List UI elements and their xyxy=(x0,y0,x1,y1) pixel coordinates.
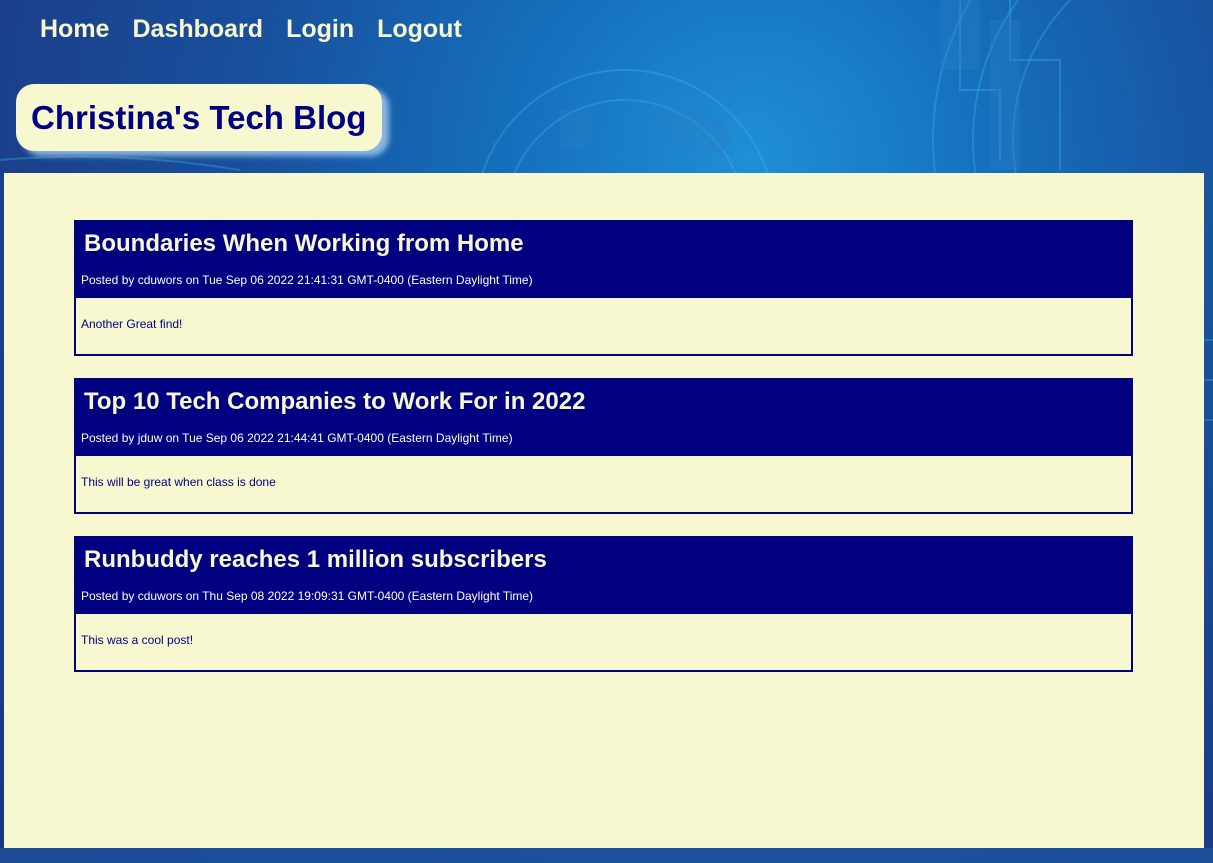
post-card[interactable]: Runbuddy reaches 1 million subscribers P… xyxy=(74,536,1133,672)
post-title[interactable]: Runbuddy reaches 1 million subscribers xyxy=(84,546,547,574)
post-header: Boundaries When Working from Home Posted… xyxy=(76,222,1131,298)
main-content: Boundaries When Working from Home Posted… xyxy=(4,173,1204,848)
post-card[interactable]: Top 10 Tech Companies to Work For in 202… xyxy=(74,378,1133,514)
site-title-box: Christina's Tech Blog xyxy=(16,84,383,151)
post-meta: Posted by cduwors on Thu Sep 08 2022 19:… xyxy=(81,589,534,603)
post-title[interactable]: Top 10 Tech Companies to Work For in 202… xyxy=(84,388,585,416)
top-nav: Home Dashboard Login Logout xyxy=(40,12,485,46)
nav-dashboard-link[interactable]: Dashboard xyxy=(132,12,263,46)
nav-home-link[interactable]: Home xyxy=(40,12,109,46)
post-comment: Another Great find! xyxy=(81,317,183,331)
post-meta: Posted by jduw on Tue Sep 06 2022 21:44:… xyxy=(81,431,513,445)
post-comment: This was a cool post! xyxy=(81,633,194,647)
nav-login-link[interactable]: Login xyxy=(286,12,354,46)
site-title: Christina's Tech Blog xyxy=(31,98,367,136)
post-comment: This will be great when class is done xyxy=(81,475,276,489)
post-card[interactable]: Boundaries When Working from Home Posted… xyxy=(74,220,1133,356)
nav-logout-link[interactable]: Logout xyxy=(377,12,462,46)
post-header: Runbuddy reaches 1 million subscribers P… xyxy=(76,538,1131,614)
post-meta: Posted by cduwors on Tue Sep 06 2022 21:… xyxy=(81,273,533,287)
post-header: Top 10 Tech Companies to Work For in 202… xyxy=(76,380,1131,456)
post-title[interactable]: Boundaries When Working from Home xyxy=(84,230,524,258)
